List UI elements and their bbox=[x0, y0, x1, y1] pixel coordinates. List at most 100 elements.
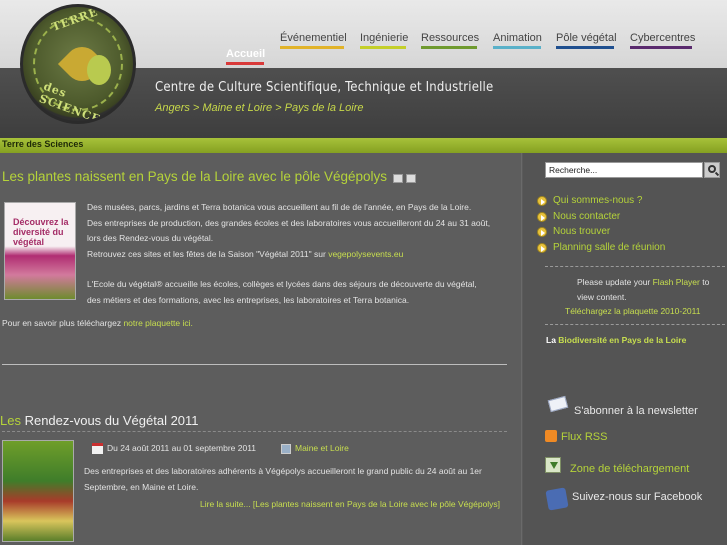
text-span: Pour en savoir plus téléchargez bbox=[2, 318, 124, 328]
calendar-icon bbox=[92, 443, 103, 455]
event-paragraph: Des entreprises et des laboratoires adhé… bbox=[84, 464, 504, 495]
text-span: to bbox=[699, 277, 710, 287]
sidebar-link-contact[interactable]: Nous contacter bbox=[537, 211, 665, 227]
flash-player-link[interactable]: Flash Player bbox=[653, 277, 700, 287]
nav-item-evenementiel[interactable]: Événementiel bbox=[280, 32, 347, 49]
date-text: Du 24 août 2011 au 01 septembre 2011 bbox=[107, 443, 257, 453]
text-line: Retrouvez ces sites et les fêtes de la S… bbox=[87, 247, 507, 263]
site-title: Centre de Culture Scientifique, Techniqu… bbox=[155, 80, 494, 95]
nav-label: Événementiel bbox=[280, 32, 347, 44]
text-span: Retrouvez ces sites et les fêtes de la S… bbox=[87, 248, 329, 259]
event-thumbnail[interactable] bbox=[2, 440, 74, 542]
nav-underline bbox=[630, 46, 692, 49]
main-content: Les plantes naissent en Pays de la Loire… bbox=[0, 153, 522, 545]
sidebar: Qui sommes-nous ? Nous contacter Nous tr… bbox=[523, 153, 727, 545]
nav-item-pole-vegetal[interactable]: Pôle végétal bbox=[556, 32, 617, 49]
text-line: Please update your Flash Player to bbox=[577, 275, 727, 290]
nav-label: Animation bbox=[493, 32, 542, 44]
text-line: lors des Rendez-vous du végétal. bbox=[87, 233, 214, 243]
text-span: Please update your bbox=[577, 277, 653, 287]
nav-underline bbox=[226, 62, 264, 65]
nav-label: Cybercentres bbox=[630, 32, 696, 44]
newsletter-link[interactable]: S'abonner à la newsletter bbox=[574, 405, 698, 417]
site-logo[interactable]: TERRE des SCIENCES bbox=[20, 4, 136, 124]
link-label: Nous trouver bbox=[553, 226, 611, 237]
text-line: Des entreprises et des laboratoires adhé… bbox=[84, 466, 482, 476]
email-icon[interactable] bbox=[406, 174, 416, 184]
section-title[interactable]: Les Rendez-vous du Végétal 2011 bbox=[0, 413, 199, 428]
nav-label: Pôle végétal bbox=[556, 32, 617, 44]
location-link[interactable]: Maine et Loire bbox=[295, 443, 349, 453]
site-header: TERRE des SCIENCES Accueil Événementiel … bbox=[0, 0, 727, 138]
vegepolys-link[interactable]: vegepolysevents.eu bbox=[328, 249, 403, 259]
breadcrumb[interactable]: Angers > Maine et Loire > Pays de la Loi… bbox=[155, 102, 364, 114]
nav-item-ingenierie[interactable]: Ingénierie bbox=[360, 32, 409, 49]
facebook-icon[interactable] bbox=[545, 487, 569, 511]
nav-item-cybercentres[interactable]: Cybercentres bbox=[630, 32, 696, 49]
plaquette-download-link[interactable]: Téléchargez la plaquette 2010-2011 bbox=[565, 306, 700, 316]
arrow-bullet-icon bbox=[537, 196, 547, 206]
text-line: des métiers et des formations, avec les … bbox=[87, 294, 410, 305]
event-location: Maine et Loire bbox=[281, 443, 349, 454]
download-zone-link[interactable]: Zone de téléchargement bbox=[570, 463, 689, 475]
search-icon-handle bbox=[714, 171, 720, 177]
arrow-bullet-icon bbox=[537, 242, 547, 253]
article-thumbnail[interactable]: Découvrez la diversité du végétal bbox=[4, 202, 76, 300]
newsletter-envelope-icon[interactable] bbox=[547, 395, 569, 413]
sidebar-link-planning[interactable]: Planning salle de réunion bbox=[537, 242, 665, 258]
read-more-link[interactable]: Lire la suite... [Les plantes naissent e… bbox=[200, 499, 500, 509]
text-line: Des musées, parcs, jardins et Terra bota… bbox=[87, 202, 472, 212]
section-label: Terre des Sciences bbox=[2, 139, 84, 149]
title-prefix: Les bbox=[0, 413, 21, 428]
dashed-divider bbox=[2, 431, 507, 432]
flash-notice: Please update your Flash Player to view … bbox=[577, 275, 727, 305]
nav-label: Ingénierie bbox=[360, 32, 409, 44]
sidebar-links: Qui sommes-nous ? Nous contacter Nous tr… bbox=[537, 195, 665, 257]
title-rest: Rendez-vous du Végétal 2011 bbox=[20, 413, 199, 428]
dashed-divider bbox=[545, 266, 725, 267]
nav-underline bbox=[493, 46, 541, 49]
download-icon[interactable] bbox=[545, 457, 561, 473]
plaquette-link[interactable]: notre plaquette ici. bbox=[123, 318, 192, 328]
text-line: L'Ecole du végétal® accueille les écoles… bbox=[87, 279, 477, 289]
print-icon[interactable] bbox=[393, 174, 403, 184]
biodiversite-link[interactable]: Biodiversité en Pays de la Loire bbox=[558, 335, 686, 345]
nav-label: Ressources bbox=[421, 32, 480, 44]
nav-item-accueil[interactable]: Accueil bbox=[226, 48, 265, 65]
map-icon bbox=[281, 443, 291, 454]
search-input[interactable] bbox=[545, 162, 703, 178]
nav-underline bbox=[280, 46, 344, 49]
text-line: view content. bbox=[577, 292, 627, 302]
biodiversite-block: La Biodiversité en Pays de la Loire bbox=[546, 335, 686, 345]
arrow-bullet-icon bbox=[537, 211, 547, 222]
divider bbox=[2, 364, 507, 365]
text-span: La bbox=[546, 335, 559, 345]
text-line: Septembre, en Maine et Loire. bbox=[84, 481, 199, 492]
section-bar: Terre des Sciences bbox=[0, 138, 727, 153]
article-paragraph: Des musées, parcs, jardins et Terra bota… bbox=[87, 200, 507, 262]
article-title[interactable]: Les plantes naissent en Pays de la Loire… bbox=[2, 169, 387, 184]
arrow-bullet-icon bbox=[537, 227, 547, 237]
link-label: Planning salle de réunion bbox=[553, 241, 666, 253]
nav-item-ressources[interactable]: Ressources bbox=[421, 32, 480, 49]
article-tools bbox=[393, 170, 419, 188]
text-line: Des entreprises de production, des grand… bbox=[87, 217, 491, 228]
nav-underline bbox=[556, 46, 614, 49]
article-paragraph: L'Ecole du végétal® accueille les écoles… bbox=[87, 277, 507, 308]
facebook-link[interactable]: Suivez-nous sur Facebook bbox=[572, 491, 702, 503]
event-date: Du 24 août 2011 au 01 septembre 2011 bbox=[92, 443, 257, 455]
nav-item-animation[interactable]: Animation bbox=[493, 32, 542, 49]
sidebar-link-qui-sommes-nous[interactable]: Qui sommes-nous ? bbox=[537, 195, 665, 211]
rss-icon[interactable] bbox=[545, 430, 557, 442]
nav-underline bbox=[421, 46, 477, 49]
rss-link[interactable]: Flux RSS bbox=[561, 431, 607, 443]
link-label: Qui sommes-nous ? bbox=[553, 195, 643, 206]
link-label: Nous contacter bbox=[553, 210, 621, 222]
article-paragraph: Pour en savoir plus téléchargez notre pl… bbox=[2, 316, 193, 332]
thumbnail-title: Découvrez la diversité du végétal bbox=[13, 217, 69, 247]
search-button[interactable] bbox=[704, 162, 720, 178]
nav-underline bbox=[360, 46, 406, 49]
sidebar-link-nous-trouver[interactable]: Nous trouver bbox=[537, 226, 665, 242]
logo-plant-icon bbox=[87, 55, 111, 85]
dashed-divider bbox=[545, 324, 725, 325]
